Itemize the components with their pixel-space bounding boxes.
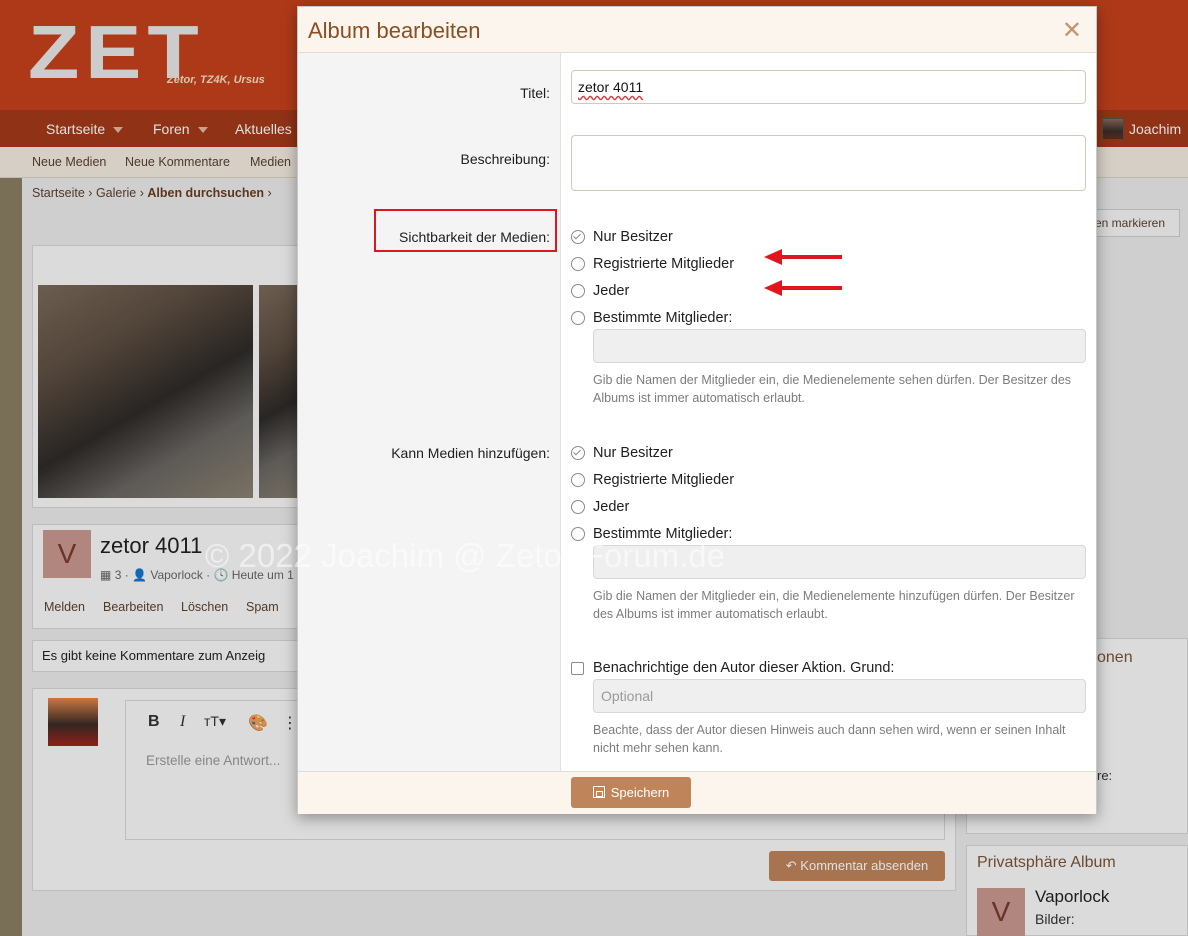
dialog-header: Album bearbeiten ✕ xyxy=(298,7,1096,53)
checkbox-icon[interactable] xyxy=(571,661,584,675)
add-option-everyone[interactable]: Jeder xyxy=(571,499,629,515)
close-icon[interactable]: ✕ xyxy=(1062,16,1082,45)
edit-album-dialog: Album bearbeiten ✕ Titel: Beschreibung: … xyxy=(297,6,1097,814)
title-input[interactable]: zetor 4011 xyxy=(571,70,1086,104)
annotation-arrow-icon xyxy=(764,280,842,296)
visibility-option-owner[interactable]: Nur Besitzer xyxy=(571,229,673,245)
description-textarea[interactable] xyxy=(571,135,1086,191)
radio-icon[interactable] xyxy=(571,257,585,271)
reason-input[interactable]: Optional xyxy=(593,679,1086,713)
add-hint: Gib die Namen der Mitglieder ein, die Me… xyxy=(593,589,1075,621)
add-option-registered[interactable]: Registrierte Mitglieder xyxy=(571,472,734,488)
radio-checked-icon[interactable] xyxy=(571,230,585,244)
visibility-option-specific[interactable]: Bestimmte Mitglieder: xyxy=(571,310,732,326)
visibility-option-registered[interactable]: Registrierte Mitglieder xyxy=(571,256,734,272)
radio-icon[interactable] xyxy=(571,311,585,325)
radio-icon[interactable] xyxy=(571,500,585,514)
dialog-title: Album bearbeiten xyxy=(308,18,481,43)
add-media-label: Kann Medien hinzufügen: xyxy=(391,445,550,461)
add-option-owner[interactable]: Nur Besitzer xyxy=(571,445,673,461)
radio-icon[interactable] xyxy=(571,284,585,298)
dialog-body: zetor 4011 Nur Besitzer Registrierte Mit… xyxy=(561,53,1096,771)
annotation-highlight-box xyxy=(374,209,557,252)
save-button[interactable]: Speichern xyxy=(571,777,691,808)
description-label: Beschreibung: xyxy=(460,151,550,167)
title-label: Titel: xyxy=(520,85,550,101)
visibility-option-everyone[interactable]: Jeder xyxy=(571,283,629,299)
dialog-label-column: Titel: Beschreibung: Sichtbarkeit der Me… xyxy=(298,53,561,771)
dialog-footer: Speichern xyxy=(298,771,1096,814)
watermark: © 2022 Joachim @ Zetor-Forum.de xyxy=(205,537,726,574)
visibility-hint: Gib die Namen der Mitglieder ein, die Me… xyxy=(593,373,1072,405)
annotation-arrow-icon xyxy=(764,249,842,265)
save-icon xyxy=(592,786,605,798)
visibility-members-input[interactable] xyxy=(593,329,1086,363)
radio-icon[interactable] xyxy=(571,473,585,487)
notify-author-checkbox[interactable]: Benachrichtige den Autor dieser Aktion. … xyxy=(571,660,894,676)
notify-hint: Beachte, dass der Autor diesen Hinweis a… xyxy=(593,723,1066,755)
radio-checked-icon[interactable] xyxy=(571,446,585,460)
